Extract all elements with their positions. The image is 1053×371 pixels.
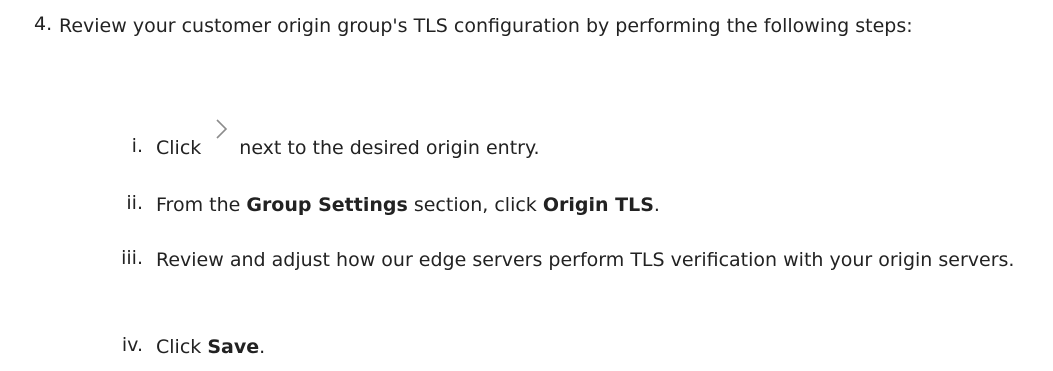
substep-text: Click Save. [156, 331, 1046, 363]
substep-text-part: . [653, 194, 660, 216]
substep-origin-tls: ii. From the Group Settings section, cli… [0, 189, 1053, 221]
substep-numeral: i. [131, 135, 143, 157]
substep-text: From the Group Settings section, click O… [156, 189, 1046, 221]
substep-text-part: Click [156, 336, 208, 358]
substep-text: Click next to the desired origin entry. [156, 119, 1046, 164]
substep-text-part: Click [156, 137, 202, 159]
substep-text-part: section, click [407, 194, 543, 216]
step-number: 4. [34, 13, 53, 35]
substep-numeral: iv. [121, 334, 143, 356]
ui-label-save: Save [207, 336, 260, 358]
substep-text: Review and adjust how our edge servers p… [156, 249, 1015, 271]
substep-text-part: . [259, 336, 266, 358]
step-text: Review your customer origin group's TLS … [59, 15, 913, 37]
substep-save: iv. Click Save. [0, 331, 1053, 363]
substep-text-part: From the [156, 194, 247, 216]
substep-numeral: iii. [121, 247, 143, 269]
substep-text-part: next to the desired origin entry. [239, 137, 540, 159]
chevron-right-icon [211, 118, 231, 140]
substep-click-chevron: i. Click next to the desired origin entry… [0, 119, 1053, 164]
substep-numeral: ii. [126, 192, 143, 214]
ui-label-origin-tls: Origin TLS [542, 194, 654, 216]
ui-label-group-settings: Group Settings [246, 194, 408, 216]
substep-review-verification: iii. Review and adjust how our edge serv… [0, 244, 1053, 308]
